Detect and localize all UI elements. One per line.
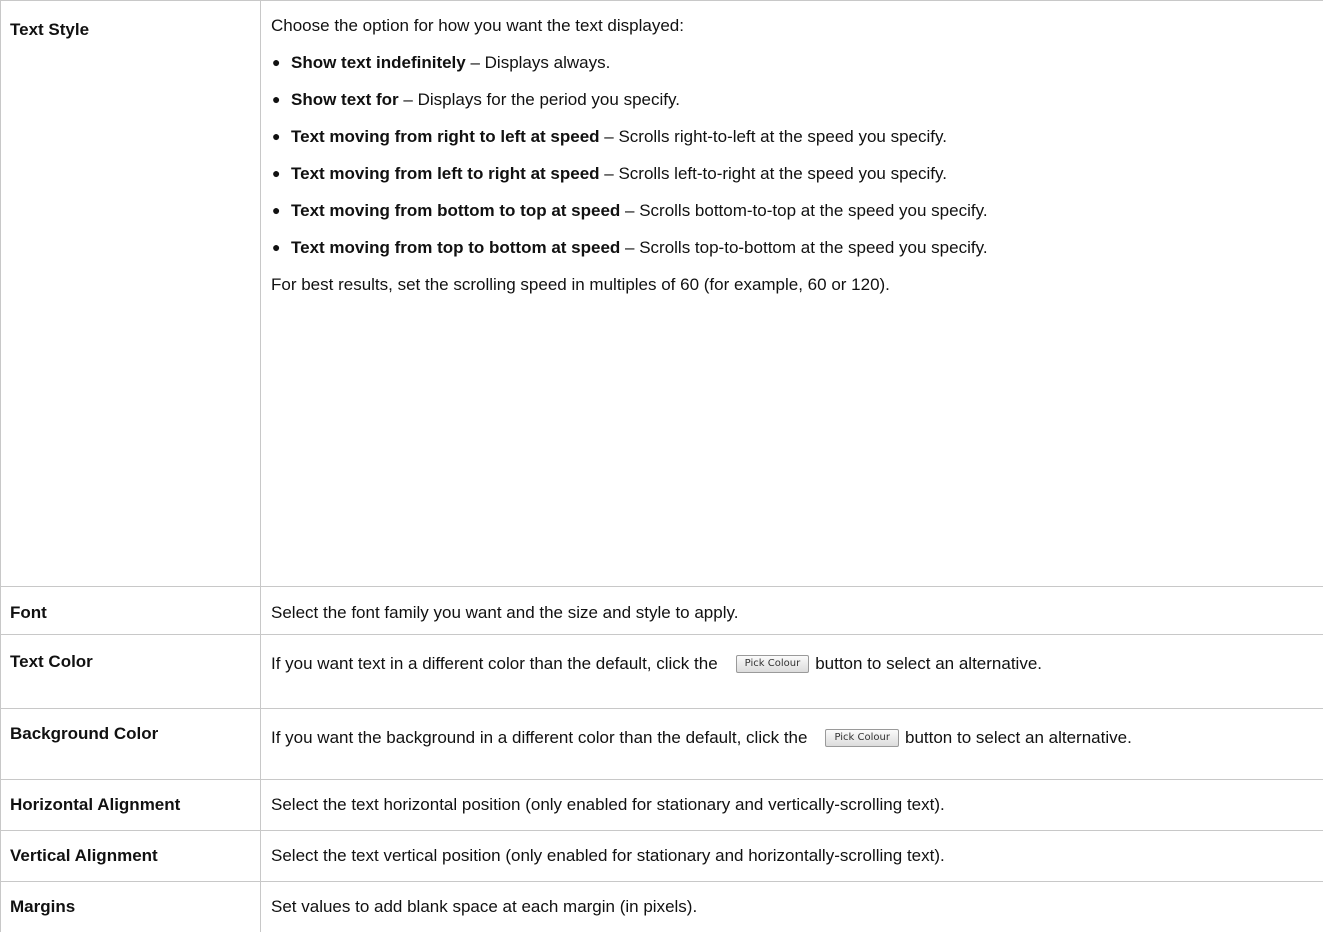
table-row: Text Color If you want text in a differe…	[1, 635, 1323, 709]
option-description: – Scrolls bottom-to-top at the speed you…	[620, 201, 987, 220]
text-style-options-list: ● Show text indefinitely – Displays alway…	[271, 51, 1314, 259]
table-row: Horizontal Alignment Select the text hor…	[1, 780, 1323, 831]
option-description: – Scrolls left-to-right at the speed you…	[600, 164, 947, 183]
horizontal-alignment-description: Select the text horizontal position (onl…	[261, 780, 1323, 816]
margins-description: Set values to add blank space at each ma…	[261, 882, 1323, 918]
table-row: Background Color If you want the backgro…	[1, 709, 1323, 780]
bullet-icon: ●	[272, 88, 280, 111]
option-name: Text moving from left to right at speed	[291, 164, 600, 183]
option-description: – Displays always.	[466, 53, 611, 72]
list-item: ● Show text indefinitely – Displays alway…	[271, 51, 1314, 74]
description-cell: Select the font family you want and the …	[261, 587, 1323, 635]
term-cell: Background Color	[1, 709, 261, 780]
bullet-icon: ●	[272, 236, 280, 259]
vertical-alignment-description: Select the text vertical position (only …	[261, 831, 1323, 867]
table-row: Text Style Choose the option for how you…	[1, 1, 1323, 587]
description-text: button to select an alternative.	[905, 728, 1132, 747]
option-description: – Scrolls top-to-bottom at the speed you…	[620, 238, 987, 257]
term-background-color: Background Color	[1, 709, 260, 745]
term-text-color: Text Color	[1, 635, 260, 673]
list-item: ● Text moving from left to right at speed…	[271, 162, 1314, 185]
term-cell: Font	[1, 587, 261, 635]
option-name: Text moving from right to left at speed	[291, 127, 600, 146]
table-row: Font Select the font family you want and…	[1, 587, 1323, 635]
text-color-description: If you want text in a different color th…	[261, 635, 1323, 675]
term-cell: Vertical Alignment	[1, 831, 261, 882]
bullet-icon: ●	[272, 125, 280, 148]
list-item: ● Text moving from right to left at speed…	[271, 125, 1314, 148]
description-text: button to select an alternative.	[815, 654, 1042, 673]
table-row: Vertical Alignment Select the text verti…	[1, 831, 1323, 882]
list-item: ● Show text for – Displays for the period…	[271, 88, 1314, 111]
option-name: Text moving from bottom to top at speed	[291, 201, 620, 220]
text-style-description: Choose the option for how you want the t…	[261, 1, 1323, 296]
option-description: – Displays for the period you specify.	[399, 90, 680, 109]
option-name: Show text indefinitely	[291, 53, 466, 72]
term-cell: Horizontal Alignment	[1, 780, 261, 831]
description-cell: Set values to add blank space at each ma…	[261, 882, 1323, 932]
option-description: – Scrolls right-to-left at the speed you…	[600, 127, 947, 146]
term-cell: Text Style	[1, 1, 261, 587]
bullet-icon: ●	[272, 162, 280, 185]
term-vertical-alignment: Vertical Alignment	[1, 831, 260, 867]
term-text-style: Text Style	[1, 1, 260, 41]
bullet-icon: ●	[272, 199, 280, 222]
option-name: Show text for	[291, 90, 399, 109]
bullet-icon: ●	[272, 51, 280, 74]
term-horizontal-alignment: Horizontal Alignment	[1, 780, 260, 816]
term-cell: Margins	[1, 882, 261, 932]
pick-colour-button[interactable]: Pick Colour	[736, 655, 810, 673]
options-table: Text Style Choose the option for how you…	[0, 0, 1323, 932]
description-text: If you want the background in a differen…	[271, 728, 807, 747]
description-cell: If you want text in a different color th…	[261, 635, 1323, 709]
list-item: ● Text moving from bottom to top at speed…	[271, 199, 1314, 222]
table-row: Margins Set values to add blank space at…	[1, 882, 1323, 932]
term-font: Font	[1, 587, 260, 624]
term-margins: Margins	[1, 882, 260, 918]
term-cell: Text Color	[1, 635, 261, 709]
description-cell: If you want the background in a differen…	[261, 709, 1323, 780]
description-cell: Choose the option for how you want the t…	[261, 1, 1323, 587]
pick-colour-button[interactable]: Pick Colour	[825, 729, 899, 747]
list-item: ● Text moving from top to bottom at speed…	[271, 236, 1314, 259]
intro-text: Choose the option for how you want the t…	[271, 14, 1314, 37]
background-color-description: If you want the background in a differen…	[261, 709, 1323, 749]
description-cell: Select the text vertical position (only …	[261, 831, 1323, 882]
description-text: If you want text in a different color th…	[271, 654, 718, 673]
font-description: Select the font family you want and the …	[261, 587, 1323, 624]
option-name: Text moving from top to bottom at speed	[291, 238, 620, 257]
description-cell: Select the text horizontal position (onl…	[261, 780, 1323, 831]
footnote-text: For best results, set the scrolling spee…	[271, 273, 1314, 296]
